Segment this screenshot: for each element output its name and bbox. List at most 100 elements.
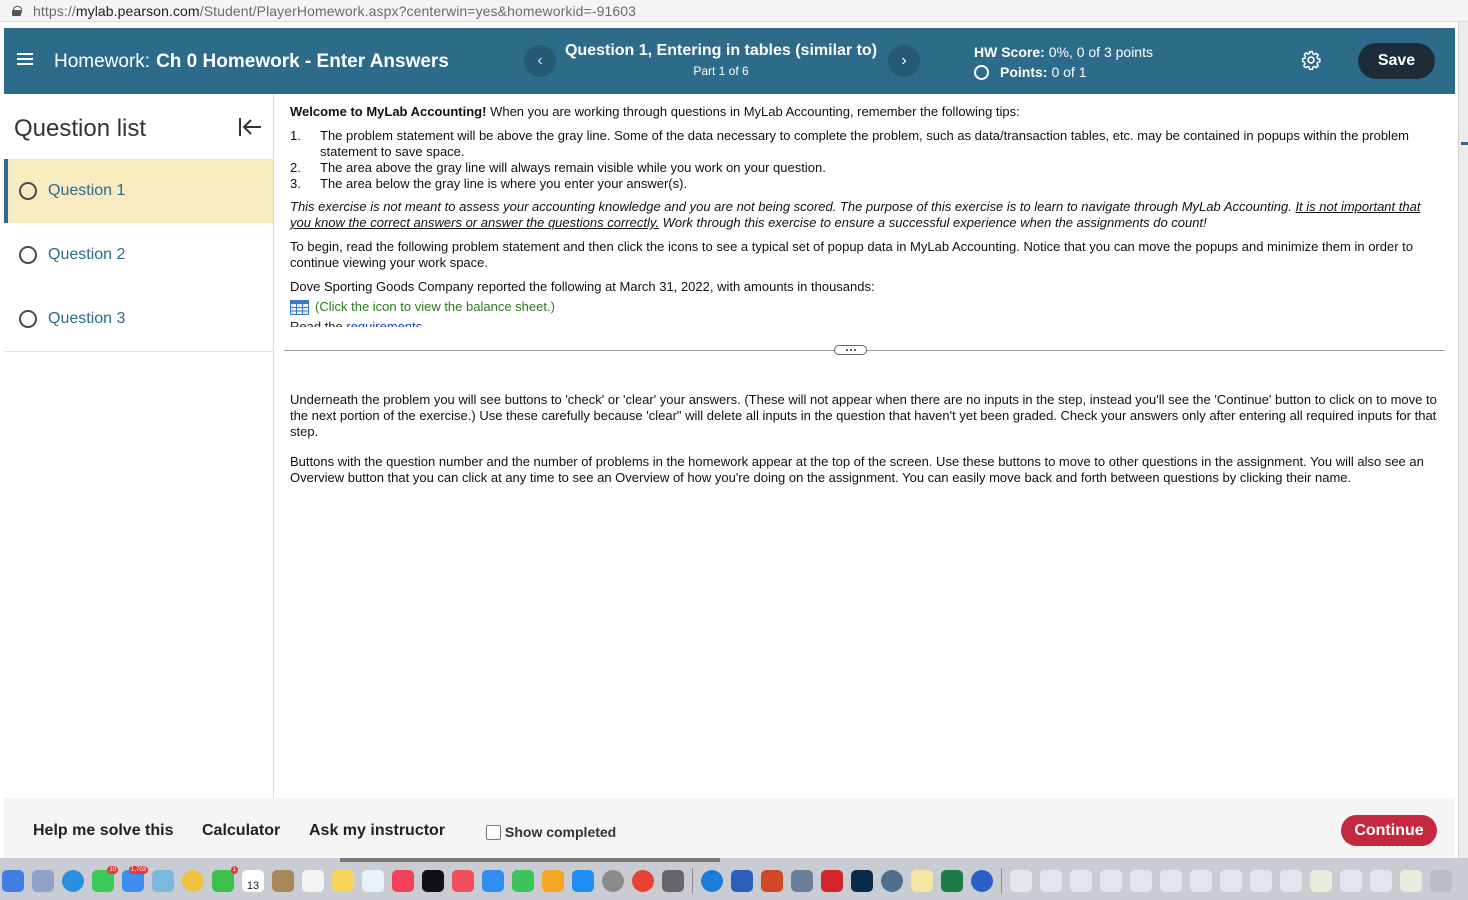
- finder-icon[interactable]: [2, 870, 24, 892]
- lock-icon: [12, 5, 22, 16]
- points-status-icon: [974, 65, 989, 80]
- company-paragraph: Dove Sporting Goods Company reported the…: [290, 279, 875, 294]
- answer-area: Underneath the problem you will see butt…: [290, 392, 1440, 500]
- problem-statement: Welcome to MyLab Accounting! When you ar…: [290, 104, 1440, 327]
- show-completed-label: Show completed: [505, 824, 617, 840]
- facetime-icon[interactable]: 1: [212, 866, 238, 892]
- dock-separator: [692, 868, 693, 894]
- collapse-sidebar-icon[interactable]: [238, 116, 262, 138]
- window-thumbnail-icon[interactable]: [1220, 870, 1242, 892]
- notes-icon[interactable]: [332, 870, 354, 892]
- window-thumbnail-icon[interactable]: [1370, 870, 1392, 892]
- browser-url-bar[interactable]: https://mylab.pearson.com/Student/Player…: [0, 0, 1468, 22]
- window-thumbnail-icon[interactable]: [1340, 870, 1362, 892]
- apple-tv-icon[interactable]: [422, 870, 444, 892]
- music-icon[interactable]: [392, 870, 414, 892]
- window-thumbnail-icon[interactable]: [1130, 870, 1152, 892]
- tip-text: The area below the gray line is where yo…: [320, 176, 688, 191]
- edge-icon[interactable]: [701, 870, 723, 892]
- window-thumbnail-icon[interactable]: [1280, 870, 1302, 892]
- gear-icon[interactable]: [1301, 50, 1321, 70]
- news-icon[interactable]: [452, 870, 474, 892]
- pages-icon[interactable]: [542, 870, 564, 892]
- quicktime-icon[interactable]: [881, 870, 903, 892]
- previous-question-button[interactable]: ‹: [524, 45, 556, 77]
- browser-edge-accent: [1461, 142, 1468, 145]
- help-me-solve-button[interactable]: Help me solve this: [33, 822, 174, 840]
- app-store-icon[interactable]: [572, 870, 594, 892]
- facetime-badge: 10: [107, 866, 118, 874]
- reminders-icon[interactable]: [302, 870, 324, 892]
- sidebar-divider: [4, 351, 273, 352]
- textedit-icon[interactable]: [911, 870, 933, 892]
- question-list-item-label: Question 2: [48, 246, 126, 263]
- balance-sheet-link-row[interactable]: (Click the icon to view the balance shee…: [290, 299, 1440, 315]
- question-part: Part 1 of 6: [693, 64, 749, 78]
- word-icon[interactable]: [731, 870, 753, 892]
- chevron-left-icon: ‹: [537, 52, 543, 69]
- question-status-icon: [19, 182, 37, 200]
- maps-icon[interactable]: [152, 870, 174, 892]
- messages-icon[interactable]: 10: [92, 866, 118, 892]
- system-settings-icon[interactable]: [602, 870, 624, 892]
- requirements-line: Read the requirements: [290, 319, 1440, 327]
- freeform-icon[interactable]: [362, 870, 384, 892]
- window-thumbnail-icon[interactable]: [1040, 870, 1062, 892]
- keynote-icon[interactable]: [482, 870, 504, 892]
- calendar-icon[interactable]: 13: [242, 870, 264, 892]
- window-thumbnail-icon[interactable]: [1400, 870, 1422, 892]
- question-status-icon: [19, 310, 37, 328]
- points-value: 0 of 1: [1051, 63, 1087, 80]
- homework-title: Homework: Ch 0 Homework - Enter Answers: [54, 51, 449, 73]
- tip-item: 3. The area below the gray line is where …: [290, 176, 1440, 192]
- powerpoint-icon[interactable]: [761, 870, 783, 892]
- hamburger-menu-icon[interactable]: [17, 52, 33, 66]
- dot-icon: [849, 349, 852, 351]
- photoshop-icon[interactable]: [851, 870, 873, 892]
- balance-sheet-link[interactable]: (Click the icon to view the balance shee…: [315, 299, 555, 315]
- numbers-icon[interactable]: [512, 870, 534, 892]
- window-thumbnail-icon[interactable]: [1070, 870, 1092, 892]
- welcome-paragraph: Welcome to MyLab Accounting! When you ar…: [290, 104, 1440, 120]
- window-thumbnail-icon[interactable]: [1310, 870, 1332, 892]
- preview-icon[interactable]: [791, 870, 813, 892]
- save-button[interactable]: Save: [1358, 43, 1435, 79]
- note-text-2: Work through this exercise to ensure a s…: [658, 215, 1207, 230]
- safari-icon[interactable]: [62, 870, 84, 892]
- show-completed-checkbox[interactable]: [486, 824, 501, 840]
- mail-badge: 1,703: [128, 866, 148, 874]
- splitter-handle[interactable]: [834, 345, 867, 355]
- window-thumbnail-icon[interactable]: [1160, 870, 1182, 892]
- homework-name: Ch 0 Homework - Enter Answers: [156, 51, 449, 72]
- table-grid-icon[interactable]: [290, 299, 309, 315]
- window-thumbnail-icon[interactable]: [1190, 870, 1212, 892]
- photos-icon[interactable]: [182, 870, 204, 892]
- requirements-link[interactable]: requirements: [346, 319, 422, 327]
- next-question-button[interactable]: ›: [888, 45, 920, 77]
- question-list-item-2[interactable]: Question 2: [4, 223, 273, 287]
- tip-number: 2.: [290, 160, 301, 175]
- trash-icon[interactable]: [1430, 870, 1452, 892]
- contacts-icon[interactable]: [272, 870, 294, 892]
- calculator-app-icon[interactable]: [662, 870, 684, 892]
- url-path: /Student/PlayerHomework.aspx?centerwin=y…: [199, 2, 637, 19]
- show-completed-toggle[interactable]: Show completed: [486, 824, 616, 840]
- launchpad-icon[interactable]: [32, 870, 54, 892]
- mail-icon[interactable]: 1,703: [122, 866, 148, 892]
- document-thumbnail-icon[interactable]: [1010, 870, 1032, 892]
- url-text[interactable]: https://mylab.pearson.com/Student/Player…: [33, 3, 636, 19]
- question-list-item-3[interactable]: Question 3: [4, 287, 273, 351]
- zoom-icon[interactable]: [971, 870, 993, 892]
- window-thumbnail-icon[interactable]: [1250, 870, 1272, 892]
- chrome-icon[interactable]: [632, 870, 654, 892]
- acrobat-icon[interactable]: [821, 870, 843, 892]
- continue-button[interactable]: Continue: [1341, 815, 1437, 846]
- question-list-title: Question list: [14, 115, 147, 142]
- background-window-peek: [340, 858, 720, 862]
- calculator-button[interactable]: Calculator: [202, 822, 280, 840]
- note-text-1: This exercise is not meant to assess you…: [290, 199, 1296, 214]
- excel-icon[interactable]: [941, 870, 963, 892]
- window-thumbnail-icon[interactable]: [1100, 870, 1122, 892]
- ask-instructor-button[interactable]: Ask my instructor: [309, 822, 445, 840]
- question-list-item-1[interactable]: Question 1: [4, 159, 273, 223]
